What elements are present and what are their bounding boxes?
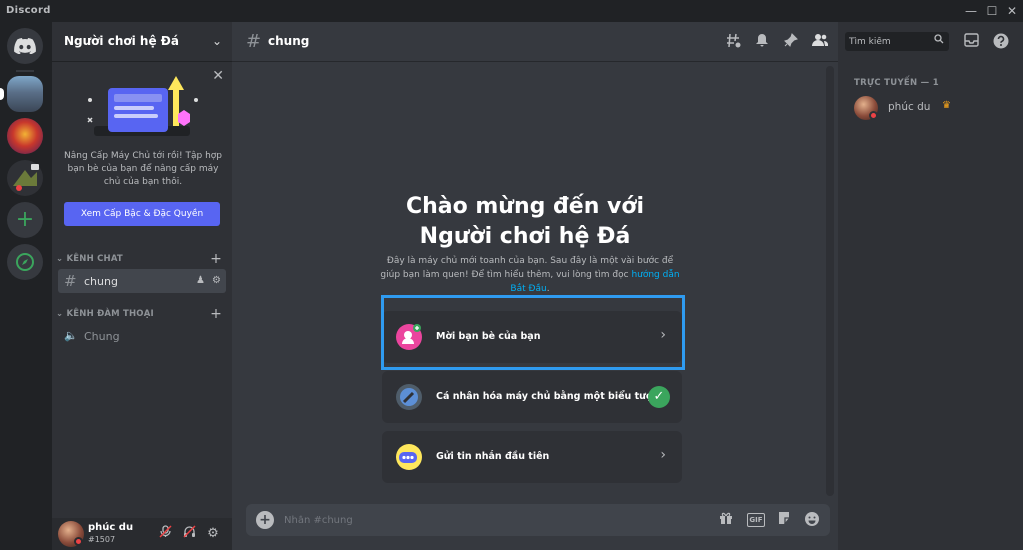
member-name: phúc du (888, 101, 931, 113)
channel-item-voice-chung[interactable]: 🔈 Chung (58, 324, 226, 348)
gear-icon[interactable]: ⚙ (212, 275, 221, 286)
emoji-icon[interactable] (802, 511, 822, 529)
server-3-art-icon (13, 164, 39, 191)
welcome-text: Đây là máy chủ mới toanh của bạn. Sau đâ… (380, 256, 674, 280)
welcome-subtitle: Đây là máy chủ mới toanh của bạn. Sau đâ… (377, 254, 683, 296)
welcome-text-end: . (546, 284, 550, 294)
active-server-pill (0, 88, 4, 100)
server-icon-2[interactable] (7, 118, 43, 154)
upload-plus-button[interactable]: + (256, 511, 274, 529)
close-icon[interactable]: ✕ (212, 68, 224, 84)
threads-icon[interactable] (724, 33, 742, 51)
welcome-title-line2: Người chơi hệ Đá (419, 224, 631, 249)
channel-sidebar: Người chơi hệ Đá ⌄ ✕ Nâng Cấp Máy Chủ tớ… (52, 22, 232, 550)
minimize-button[interactable]: — (960, 3, 982, 19)
channel-header: # chung (232, 22, 838, 62)
discord-logo-icon (14, 38, 36, 54)
server-icon-3[interactable] (7, 160, 43, 196)
status-dnd-badge (74, 537, 83, 546)
compass-icon (16, 253, 34, 271)
channel-name: Chung (84, 330, 120, 343)
help-icon[interactable] (992, 33, 1010, 51)
task-label: Gửi tin nhắn đầu tiên (436, 451, 550, 462)
chevron-down-icon: ⌄ (211, 34, 222, 48)
channel-name: chung (84, 275, 118, 288)
app-name: Discord (6, 5, 51, 16)
highlight-box (381, 295, 685, 370)
boost-illustration-icon (87, 76, 198, 136)
title-bar: Discord — ☐ ✕ (0, 0, 1023, 22)
message-input[interactable] (284, 510, 664, 530)
search-box[interactable] (845, 32, 949, 51)
chevron-down-icon: ⌄ (56, 254, 67, 264)
gift-icon[interactable] (716, 511, 736, 529)
user-panel: phúc du #1507 ⚙ (52, 518, 232, 550)
server-rail: + (0, 22, 52, 550)
username: phúc du (88, 522, 134, 533)
user-discriminator: #1507 (88, 535, 116, 544)
message-composer: + GIF (246, 504, 830, 536)
guild-name: Người chơi hệ Đá (64, 34, 179, 48)
task-send-first-message[interactable]: Gửi tin nhắn đầu tiên › (382, 431, 682, 483)
chat-bubble-icon (396, 444, 422, 470)
rail-separator (16, 70, 34, 72)
inbox-icon[interactable] (962, 33, 980, 51)
scrollbar-track[interactable] (826, 66, 834, 496)
crown-icon: ♛ (942, 100, 951, 111)
welcome-title-line1: Chào mừng đến với (405, 194, 645, 219)
category-voice-channels[interactable]: ⌄ KÊNH ĐÀM THOẠI + (56, 306, 222, 322)
maximize-button[interactable]: ☐ (981, 3, 1003, 19)
server-icon-stone[interactable] (7, 76, 43, 112)
view-boost-perks-button[interactable]: Xem Cấp Bậc & Đặc Quyền (64, 202, 220, 226)
search-input[interactable] (849, 34, 931, 49)
boost-promo-card: ✕ Nâng Cấp Máy Chủ tới rồi! Tập hợp bạn … (60, 66, 226, 236)
paintbrush-icon (396, 384, 422, 410)
channel-item-chung[interactable]: # chung ♟ ⚙ (58, 269, 226, 293)
chevron-right-icon: › (660, 447, 666, 463)
create-channel-icon[interactable]: + (210, 306, 222, 322)
main-chat-area: # chung Chào mừng đến với Người chơi hệ … (232, 22, 838, 550)
task-personalize-server[interactable]: Cá nhân hóa máy chủ bằng một biểu tượng … (382, 371, 682, 423)
user-settings-gear-icon[interactable]: ⚙ (204, 525, 222, 543)
online-header: TRỰC TUYẾN — 1 (854, 78, 939, 88)
sticker-icon[interactable] (774, 511, 794, 529)
category-text-channels[interactable]: ⌄ KÊNH CHAT + (56, 251, 222, 267)
members-list-icon[interactable] (811, 33, 829, 51)
category-label: KÊNH CHAT (66, 254, 123, 264)
member-list-panel: TRỰC TUYẾN — 1 phúc du ♛ (838, 22, 1023, 550)
pin-icon[interactable] (782, 33, 800, 51)
close-window-button[interactable]: ✕ (1001, 3, 1023, 19)
channel-title: chung (268, 34, 310, 48)
category-label: KÊNH ĐÀM THOẠI (66, 309, 154, 319)
discord-window: Discord — ☐ ✕ + Người chơi hệ Đá ⌄ ✕ Nân… (0, 0, 1023, 550)
explore-servers-button[interactable] (7, 244, 43, 280)
create-channel-icon[interactable]: + (210, 251, 222, 267)
hash-icon: # (64, 272, 77, 290)
checkmark-icon: ✓ (648, 386, 670, 408)
invite-member-icon[interactable]: ♟ (196, 275, 205, 286)
chevron-down-icon: ⌄ (56, 309, 67, 319)
add-server-button[interactable]: + (7, 202, 43, 238)
task-label: Cá nhân hóa máy chủ bằng một biểu tượng (436, 391, 667, 402)
home-button[interactable] (7, 28, 43, 64)
guild-header[interactable]: Người chơi hệ Đá ⌄ (52, 22, 232, 62)
boost-description: Nâng Cấp Máy Chủ tới rồi! Tập hợp bạn bè… (64, 151, 223, 187)
speaker-icon: 🔈 (64, 329, 78, 342)
gif-button[interactable]: GIF (747, 513, 765, 527)
deafen-headset-icon[interactable] (180, 525, 198, 543)
status-dnd-badge (869, 111, 878, 120)
search-icon (934, 34, 944, 47)
welcome-title: Chào mừng đến với Người chơi hệ Đá (232, 192, 818, 252)
mute-mic-icon[interactable] (156, 525, 174, 543)
member-item[interactable]: phúc du ♛ (848, 94, 1016, 122)
hash-icon: # (246, 31, 262, 52)
bell-icon[interactable] (753, 33, 771, 51)
